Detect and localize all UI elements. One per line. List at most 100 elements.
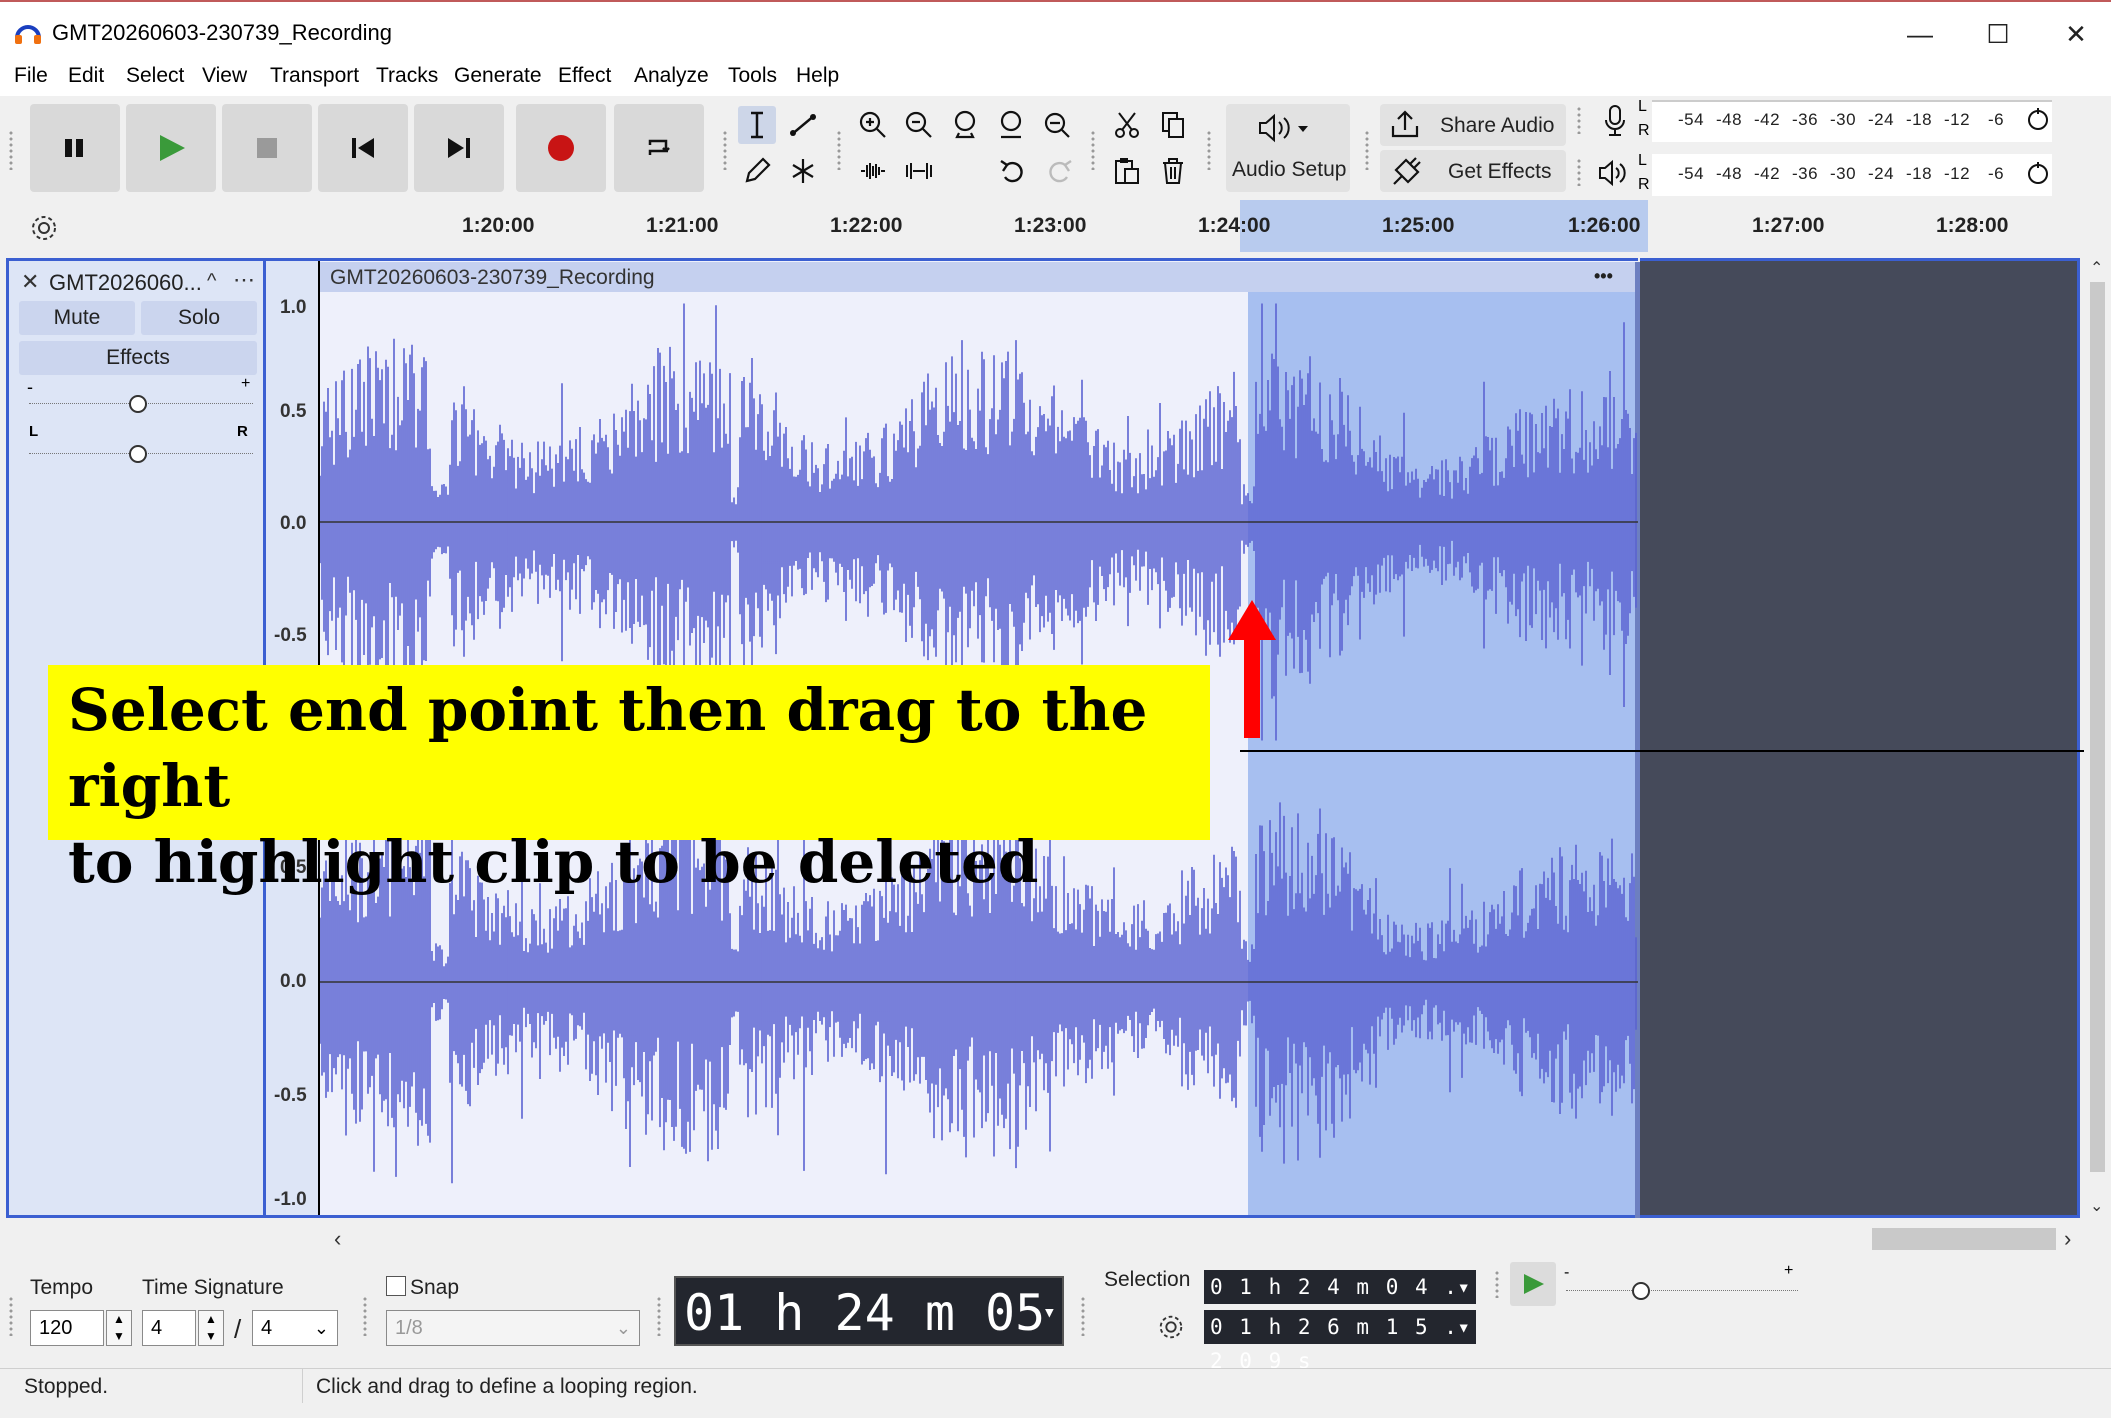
ts-denominator-select[interactable]: 4 ⌄ bbox=[252, 1310, 338, 1346]
menu-tools[interactable]: Tools bbox=[728, 64, 777, 88]
skip-to-start-button[interactable] bbox=[318, 104, 408, 192]
maximize-button[interactable]: ☐ bbox=[1968, 14, 2028, 54]
scroll-left-icon[interactable]: ‹ bbox=[334, 1226, 341, 1252]
tempo-input[interactable]: 120 bbox=[30, 1310, 104, 1346]
gain-slider-thumb[interactable] bbox=[127, 393, 149, 415]
ts-numerator-stepper[interactable]: ▲ ▼ bbox=[198, 1310, 224, 1346]
meter-options-icon[interactable] bbox=[2024, 106, 2052, 134]
play-button[interactable] bbox=[126, 104, 216, 192]
snap-select[interactable]: 1/8 ⌄ bbox=[386, 1310, 640, 1346]
selection-start-dropdown-icon[interactable]: ▾ bbox=[1457, 1270, 1472, 1304]
share-audio-button[interactable]: Share Audio bbox=[1380, 104, 1566, 146]
minimize-button[interactable]: — bbox=[1890, 14, 1950, 54]
scroll-down-icon[interactable]: ⌄ bbox=[2090, 1196, 2103, 1216]
record-meter[interactable]: -54 -48 -42 -36 -30 -24 -18 -12 -6 bbox=[1652, 100, 2052, 142]
speaker-icon[interactable] bbox=[1596, 156, 1630, 190]
scroll-thumb[interactable] bbox=[2090, 282, 2105, 1172]
menu-edit[interactable]: Edit bbox=[68, 64, 104, 88]
clip-name[interactable]: GMT20260603-230739_Recording bbox=[330, 266, 655, 290]
track-collapse-icon[interactable]: ^ bbox=[207, 270, 216, 293]
track-name[interactable]: GMT2026060... bbox=[49, 270, 202, 296]
scroll-right-icon[interactable]: › bbox=[2064, 1226, 2071, 1252]
draw-tool[interactable] bbox=[738, 152, 776, 190]
cut-button[interactable] bbox=[1108, 106, 1146, 144]
record-button[interactable] bbox=[516, 104, 606, 192]
paste-button[interactable] bbox=[1108, 152, 1146, 190]
selection-start-field[interactable]: 0 1 h 2 4 m 0 4 . 9 1 4 s ▾ bbox=[1204, 1270, 1476, 1333]
time-format-dropdown-icon[interactable]: ▾ bbox=[1043, 1278, 1056, 1348]
selection-settings-icon[interactable] bbox=[1156, 1312, 1186, 1342]
copy-button[interactable] bbox=[1154, 106, 1192, 144]
menu-generate[interactable]: Generate bbox=[454, 64, 542, 88]
toolbar-grip[interactable] bbox=[1206, 130, 1212, 170]
snap-checkbox[interactable] bbox=[386, 1276, 406, 1296]
effects-button[interactable]: Effects bbox=[19, 341, 257, 375]
menu-analyze[interactable]: Analyze bbox=[634, 64, 709, 88]
toolbar-grip[interactable] bbox=[1364, 130, 1370, 170]
stop-button[interactable] bbox=[222, 104, 312, 192]
fit-selection-button[interactable] bbox=[946, 106, 984, 144]
toolbar-grip[interactable] bbox=[1080, 1296, 1086, 1336]
vertical-scrollbar[interactable]: ⌃ ⌄ bbox=[2084, 252, 2111, 1222]
hscroll-thumb[interactable] bbox=[1872, 1228, 2056, 1250]
annotation-text: Select end point then drag to the right … bbox=[68, 672, 1198, 900]
meter-options-icon[interactable] bbox=[2024, 160, 2052, 188]
clip-menu-icon[interactable]: ••• bbox=[1594, 266, 1613, 287]
time-display[interactable]: 01 h 24 m 05 s ▾ bbox=[674, 1276, 1064, 1412]
trim-audio-button[interactable] bbox=[854, 152, 892, 190]
selection-end-dropdown-icon[interactable]: ▾ bbox=[1457, 1310, 1472, 1344]
menu-file[interactable]: File bbox=[14, 64, 48, 88]
empty-track-area[interactable] bbox=[1640, 258, 2080, 1218]
menu-view[interactable]: View bbox=[202, 64, 247, 88]
ts-numerator-input[interactable]: 4 bbox=[142, 1310, 196, 1346]
close-button[interactable]: ✕ bbox=[2046, 14, 2106, 54]
scroll-up-icon[interactable]: ⌃ bbox=[2090, 258, 2103, 278]
play-at-speed-button[interactable] bbox=[1510, 1262, 1556, 1306]
mute-button[interactable]: Mute bbox=[19, 301, 135, 335]
menu-transport[interactable]: Transport bbox=[270, 64, 359, 88]
tempo-stepper[interactable]: ▲ ▼ bbox=[106, 1310, 132, 1346]
fit-project-button[interactable] bbox=[992, 106, 1030, 144]
selection-end-field[interactable]: 0 1 h 2 6 m 1 5 . 2 0 9 s ▾ bbox=[1204, 1310, 1476, 1373]
menu-select[interactable]: Select bbox=[126, 64, 184, 88]
multi-tool[interactable] bbox=[784, 152, 822, 190]
toolbar-grip[interactable] bbox=[8, 1296, 14, 1336]
toolbar-grip[interactable] bbox=[1494, 1270, 1500, 1298]
selection-tool[interactable] bbox=[738, 106, 776, 144]
get-effects-button[interactable]: Get Effects bbox=[1380, 150, 1566, 192]
horizontal-scrollbar[interactable]: ‹ › bbox=[0, 1222, 2111, 1258]
meter-tick: -6 bbox=[1988, 164, 2005, 183]
toolbar-grip[interactable] bbox=[8, 130, 14, 170]
upload-icon bbox=[1391, 110, 1419, 138]
track-close-icon[interactable]: ✕ bbox=[21, 269, 39, 295]
loop-button[interactable] bbox=[614, 104, 704, 192]
zoom-in-button[interactable] bbox=[854, 106, 892, 144]
pan-slider-thumb[interactable] bbox=[127, 443, 149, 465]
undo-button[interactable] bbox=[994, 152, 1032, 190]
toolbar-grip[interactable] bbox=[1576, 158, 1582, 186]
track-menu-icon[interactable]: ⋯ bbox=[233, 267, 255, 293]
microphone-icon[interactable] bbox=[1600, 104, 1630, 138]
envelope-tool[interactable] bbox=[784, 106, 822, 144]
zoom-out-button[interactable] bbox=[900, 106, 938, 144]
toolbar-grip[interactable] bbox=[1090, 130, 1096, 170]
pause-button[interactable] bbox=[30, 104, 120, 192]
audio-setup-button[interactable]: Audio Setup bbox=[1226, 104, 1350, 192]
scale-label: 0.0 bbox=[280, 513, 307, 534]
toolbar-grip[interactable] bbox=[362, 1296, 368, 1336]
toolbar-grip[interactable] bbox=[722, 130, 728, 170]
toolbar-grip[interactable] bbox=[656, 1296, 662, 1336]
toolbar-grip[interactable] bbox=[1576, 106, 1582, 134]
menu-effect[interactable]: Effect bbox=[558, 64, 611, 88]
menu-help[interactable]: Help bbox=[796, 64, 839, 88]
toolbar-grip[interactable] bbox=[836, 130, 842, 170]
zoom-toggle-button[interactable] bbox=[1038, 106, 1076, 144]
speed-slider-thumb[interactable] bbox=[1630, 1280, 1652, 1302]
solo-button[interactable]: Solo bbox=[141, 301, 257, 335]
menu-tracks[interactable]: Tracks bbox=[376, 64, 438, 88]
delete-button[interactable] bbox=[1154, 152, 1192, 190]
playback-meter[interactable]: -54 -48 -42 -36 -30 -24 -18 -12 -6 bbox=[1652, 154, 2052, 196]
silence-audio-button[interactable] bbox=[900, 152, 938, 190]
redo-button[interactable] bbox=[1040, 152, 1078, 190]
skip-to-end-button[interactable] bbox=[414, 104, 504, 192]
